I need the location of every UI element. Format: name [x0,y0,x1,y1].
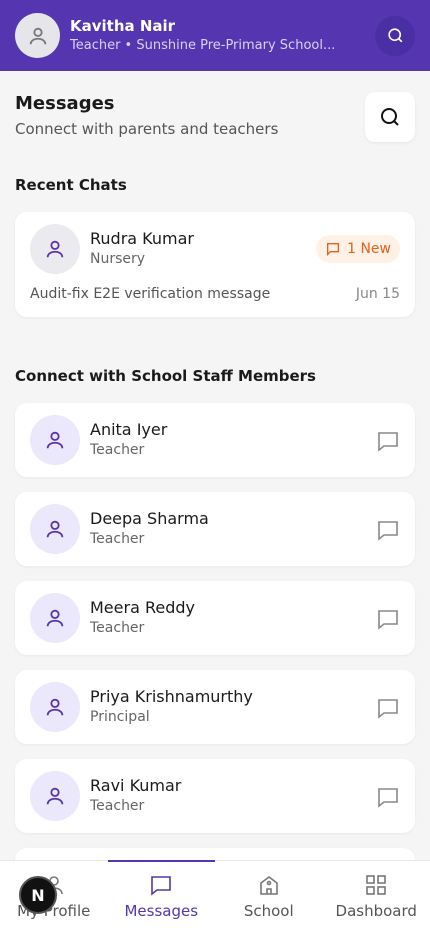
user-name: Kavitha Nair [70,17,176,35]
page-title: Messages [15,93,115,114]
staff-card[interactable]: Deepa Sharma Teacher [15,492,415,566]
chat-icon [378,521,398,541]
chat-date: Jun 15 [355,286,400,302]
chat-icon [151,876,172,896]
header-search-button[interactable] [375,15,415,56]
staff-role: Teacher [90,531,145,547]
staff-name: Priya Krishnamurthy [90,687,253,706]
user-info: Kavitha Nair Teacher • Sunshine Pre-Prim… [70,16,375,55]
nav-label: Dashboard [335,902,417,920]
bottom-nav: My Profile Messages School Dashboard [0,860,430,932]
chat-contact-class: Nursery [90,251,146,267]
chat-icon [378,699,398,719]
school-icon [259,876,278,895]
nav-label: School [243,902,294,920]
start-chat-button[interactable] [375,606,401,632]
start-chat-button[interactable] [375,428,401,454]
chat-contact-name: Rudra Kumar [90,229,194,248]
chat-icon [378,788,398,808]
staff-list: Anita Iyer Teacher Deepa Sharma Teacher … [15,403,415,932]
search-icon [387,28,402,43]
staff-name: Anita Iyer [90,420,168,439]
staff-avatar [30,504,80,554]
search-icon [381,108,399,126]
user-role: Teacher • Sunshine Pre-Primary School... [70,38,336,53]
start-chat-button[interactable] [375,784,401,810]
app-header: Kavitha Nair Teacher • Sunshine Pre-Prim… [0,0,430,71]
chat-avatar [30,224,80,274]
dev-tools-badge[interactable]: N [19,876,57,914]
messages-heading: Messages Connect with parents and teache… [15,92,415,144]
grid-icon [366,875,387,895]
staff-name: Deepa Sharma [90,509,209,528]
staff-avatar [30,593,80,643]
person-icon [46,520,64,538]
person-icon [46,240,64,258]
staff-role: Principal [90,709,150,725]
person-icon [46,787,64,805]
nav-label: Messages [124,902,199,920]
staff-avatar [30,771,80,821]
start-chat-button[interactable] [375,695,401,721]
messages-search-button[interactable] [365,92,415,142]
chat-icon [378,610,398,630]
staff-card[interactable]: Anita Iyer Teacher [15,403,415,477]
chat-icon [378,432,398,452]
staff-avatar [30,415,80,465]
person-icon [29,27,46,44]
staff-name: Ravi Kumar [90,776,182,795]
staff-role: Teacher [90,442,145,458]
person-icon [46,431,64,449]
staff-role: Teacher [90,620,145,636]
staff-avatar [30,682,80,732]
chat-icon [327,243,340,256]
chat-preview: Audit-fix E2E verification message [30,286,271,302]
nav-item-messages[interactable]: Messages [107,860,216,932]
nav-item-dashboard[interactable]: Dashboard [323,861,430,932]
new-message-badge: 1 New [316,235,400,263]
recent-chat-card[interactable]: Rudra Kumar Nursery 1 New Audit-fix E2E … [15,212,415,317]
staff-section-title: Connect with School Staff Members [15,367,316,385]
person-icon [46,609,64,627]
staff-card[interactable]: Ravi Kumar Teacher [15,759,415,833]
staff-card[interactable]: Priya Krishnamurthy Principal [15,670,415,744]
new-message-count: 1 New [347,241,391,257]
staff-name: Meera Reddy [90,598,195,617]
person-icon [46,698,64,716]
staff-card[interactable]: Meera Reddy Teacher [15,581,415,655]
user-avatar[interactable] [15,13,60,58]
recent-chats-title: Recent Chats [15,176,127,194]
start-chat-button[interactable] [375,517,401,543]
nav-item-school[interactable]: School [215,861,323,932]
page-subtitle: Connect with parents and teachers [15,120,279,138]
staff-role: Teacher [90,798,145,814]
